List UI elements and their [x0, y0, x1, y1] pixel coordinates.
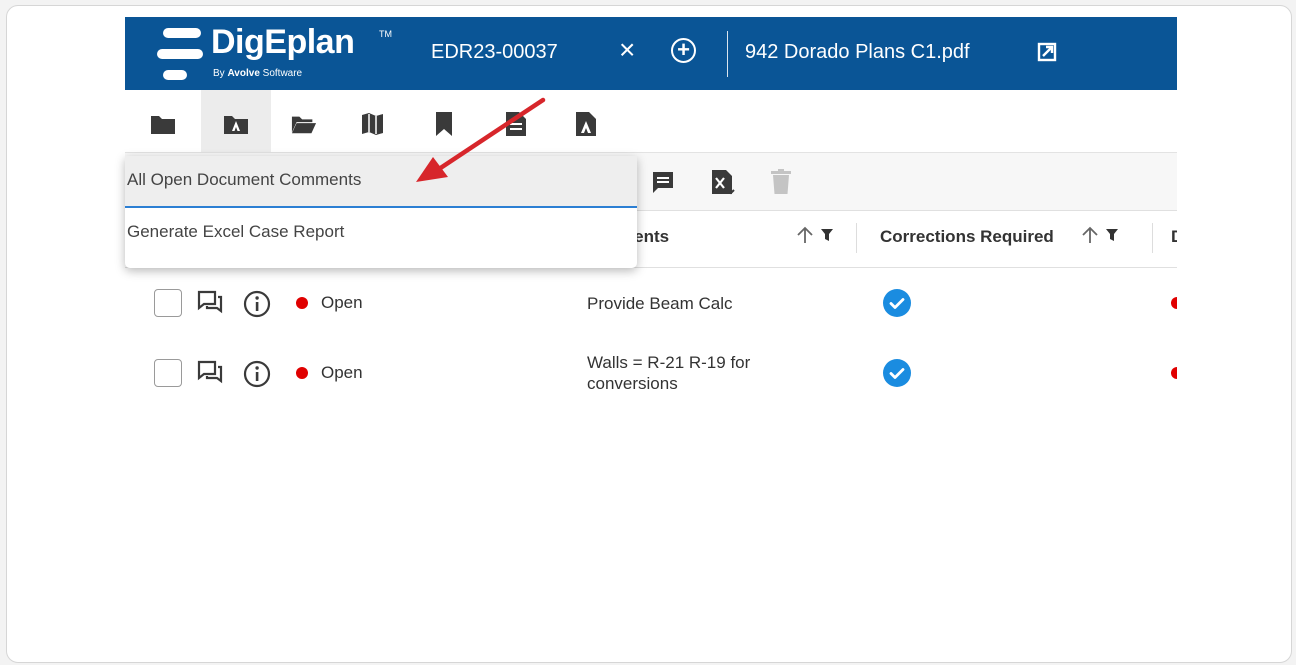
annotation-arrow-icon [416, 97, 546, 182]
screenshot-frame: DigEplan TM By Avolve Software EDR23-000… [6, 5, 1292, 663]
